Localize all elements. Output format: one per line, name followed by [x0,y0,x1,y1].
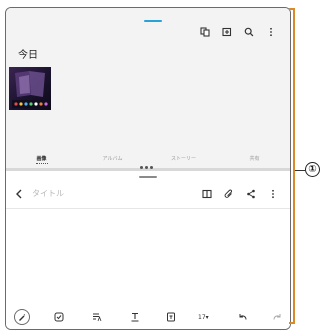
notes-toolbar: 17▾ [6,308,290,326]
active-pane-indicator [144,20,162,22]
handwriting-button[interactable] [14,308,30,326]
more-options-icon[interactable] [262,186,284,202]
notes-header: タイトル [6,185,290,205]
device-frame: 今日 画像 アルバム ストーリー 共有 タイトル 17▾ [5,7,291,330]
divider-handle-icon[interactable] [140,166,153,169]
book-view-icon[interactable] [196,186,218,202]
callout-line [295,170,305,171]
section-title: 今日 [18,50,38,61]
callout-marker: ① [305,162,320,177]
font-size-selector[interactable]: 17▾ [198,308,209,326]
callout-bracket [289,8,295,324]
back-button[interactable] [12,187,26,201]
page: 今日 画像 アルバム ストーリー 共有 タイトル 17▾ ① [0,0,324,331]
photo-thumbnail[interactable] [9,67,51,110]
search-icon[interactable] [238,24,260,40]
redo-icon[interactable] [272,308,282,326]
add-image-icon[interactable] [216,24,238,40]
gallery-toolbar [194,24,282,40]
font-size-value: 17▾ [198,313,209,321]
notes-header-actions [196,186,284,202]
text-format-icon[interactable] [130,308,140,326]
chevron-left-icon [16,189,22,199]
gallery-tabs: 画像 アルバム ストーリー 共有 [6,151,290,165]
title-input[interactable]: タイトル [32,188,64,199]
notes-pane: タイトル 17▾ [6,171,290,329]
tab-stories[interactable]: ストーリー [154,155,214,162]
checkbox-icon[interactable] [54,308,64,326]
tab-pictures[interactable]: 画像 [12,155,72,164]
note-body[interactable] [6,209,290,307]
text-style-icon[interactable] [92,308,102,326]
pane-drag-handle[interactable] [139,176,157,178]
share-icon[interactable] [240,186,262,202]
tab-albums[interactable]: アルバム [83,155,143,162]
undo-icon[interactable] [238,308,248,326]
attach-icon[interactable] [218,186,240,202]
more-options-icon[interactable] [260,24,282,40]
handwriting-icon [14,309,30,325]
multi-window-icon[interactable] [194,24,216,40]
image-insert-icon[interactable] [166,308,176,326]
tab-shared[interactable]: 共有 [225,155,285,162]
